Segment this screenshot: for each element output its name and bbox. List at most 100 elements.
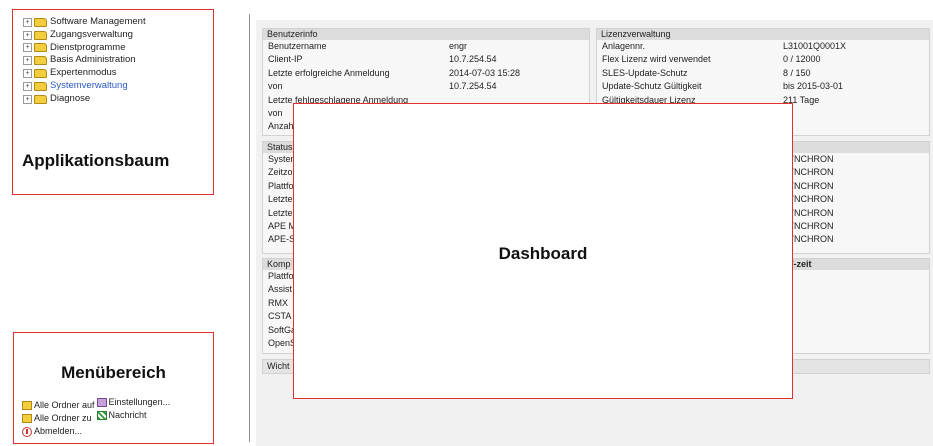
info-key: Benutzername xyxy=(268,41,327,51)
folder-icon xyxy=(34,43,47,53)
component-key: CSTA xyxy=(268,311,292,322)
message-label: Nachricht xyxy=(108,410,147,420)
expand-icon[interactable]: + xyxy=(23,94,32,104)
component-key: Assist xyxy=(268,284,293,295)
info-row: Update-Schutz Gültigkeit bis 2015-03-01 xyxy=(597,80,929,93)
folder-open-icon xyxy=(22,401,32,410)
menu-area-title: Menübereich xyxy=(61,363,166,382)
menu-items: Alle Ordner auf Alle Ordner zu Abmelden.… xyxy=(22,396,171,438)
panel-divider[interactable] xyxy=(249,14,250,442)
info-key: von xyxy=(268,107,283,118)
tree-item-label: Expertenmodus xyxy=(50,67,117,79)
info-key: Letzte erfolgreiche Anmeldung xyxy=(268,67,390,78)
info-key: von xyxy=(268,81,283,92)
message-button[interactable]: Nachricht xyxy=(96,409,171,422)
info-key: SLES-Update-Schutz xyxy=(602,67,688,78)
expand-all-label: Alle Ordner auf xyxy=(34,400,95,410)
status-value: YNCHRON xyxy=(788,220,834,231)
collapse-all-label: Alle Ordner zu xyxy=(34,413,92,423)
folder-icon xyxy=(34,69,47,79)
folder-icon xyxy=(34,30,47,40)
tree-item-diagnose[interactable]: + Diagnose xyxy=(23,93,146,106)
power-icon xyxy=(22,426,32,437)
component-key: OpenS xyxy=(268,337,297,348)
info-key: Anzah xyxy=(268,121,294,132)
info-key: Client-IP xyxy=(268,54,303,65)
logout-button[interactable]: Abmelden... xyxy=(22,425,95,438)
status-value: YNCHRON xyxy=(788,167,834,178)
folder-closed-icon xyxy=(22,414,32,423)
info-value: 8 / 150 xyxy=(783,67,811,78)
status-value: YNCHRON xyxy=(788,180,834,191)
tree-item-dienstprogramme[interactable]: + Dienstprogramme xyxy=(23,42,146,55)
info-key: Update-Schutz Gültigkeit xyxy=(602,81,702,92)
expand-icon[interactable]: + xyxy=(23,69,32,79)
component-key: RMX xyxy=(268,297,288,308)
status-value: YNCHRON xyxy=(788,154,834,164)
status-key: Zeitzo xyxy=(268,167,293,178)
status-key: Letzte xyxy=(268,207,293,218)
tree-item-label: Zugangsverwaltung xyxy=(50,28,133,40)
expand-icon[interactable]: + xyxy=(23,56,32,66)
info-row: SLES-Update-Schutz 8 / 150 xyxy=(597,67,929,80)
dashboard-title: Dashboard xyxy=(498,244,588,263)
status-key: APE-S xyxy=(268,234,296,245)
tree-item-software-management[interactable]: + Software Management xyxy=(23,16,146,29)
info-row: Client-IP 10.7.254.54 xyxy=(263,53,589,66)
info-value: bis 2015-03-01 xyxy=(783,81,844,92)
settings-icon xyxy=(96,398,107,407)
tree-item-label: Dienstprogramme xyxy=(50,41,126,53)
info-row: Flex Lizenz wird verwendet 0 / 12000 xyxy=(597,53,929,66)
tree-item-systemverwaltung[interactable]: + Systemverwaltung xyxy=(23,80,146,93)
status-value: YNCHRON xyxy=(788,234,834,245)
expand-icon[interactable]: + xyxy=(23,43,32,53)
info-value: 2014-07-03 15:28 xyxy=(449,67,521,78)
status-key: Plattfo xyxy=(268,180,294,191)
status-value: YNCHRON xyxy=(788,194,834,205)
folder-icon xyxy=(34,17,47,27)
expand-icon[interactable]: + xyxy=(23,30,32,40)
components-header-label: Komp xyxy=(267,259,291,269)
status-key: APE M xyxy=(268,220,297,231)
expand-icon[interactable]: + xyxy=(23,81,32,91)
settings-button[interactable]: Einstellungen... xyxy=(96,396,171,409)
info-value: L31001Q0001X xyxy=(783,41,847,51)
message-icon xyxy=(96,411,107,420)
tree-item-label: Diagnose xyxy=(50,92,91,104)
info-key: Flex Lizenz wird verwendet xyxy=(602,54,711,65)
tree-item-label: Software Management xyxy=(50,16,146,27)
tree-item-label: Basis Administration xyxy=(50,54,136,66)
expand-icon[interactable]: + xyxy=(23,17,32,27)
component-key: Plattfo xyxy=(268,271,294,281)
folder-icon xyxy=(34,81,47,91)
application-tree-panel: + Software Management + Zugangsverwaltun… xyxy=(12,9,214,195)
expand-all-button[interactable]: Alle Ordner auf xyxy=(22,399,95,412)
status-value: YNCHRON xyxy=(788,207,834,218)
user-info-header: Benutzerinfo xyxy=(263,29,589,40)
license-header: Lizenzverwaltung xyxy=(597,29,929,40)
collapse-all-button[interactable]: Alle Ordner zu xyxy=(22,412,95,425)
info-value: 0 / 12000 xyxy=(783,54,821,65)
info-row: Benutzername engr xyxy=(263,40,589,53)
dashboard-overlay: Dashboard xyxy=(293,103,793,399)
info-row: von 10.7.254.54 xyxy=(263,80,589,93)
folder-icon xyxy=(34,56,47,66)
application-tree: + Software Management + Zugangsverwaltun… xyxy=(23,16,146,106)
menu-area-panel: Menübereich Alle Ordner auf Alle Ordner … xyxy=(13,332,214,444)
component-key: SoftGa xyxy=(268,324,297,335)
info-key: Anlagennr. xyxy=(602,41,646,51)
info-value: engr xyxy=(449,41,468,51)
tree-item-expertenmodus[interactable]: + Expertenmodus xyxy=(23,67,146,80)
info-value: 10.7.254.54 xyxy=(449,54,497,65)
logout-label: Abmelden... xyxy=(34,426,83,436)
application-tree-title: Applikationsbaum xyxy=(22,151,170,170)
info-row: Anlagennr. L31001Q0001X xyxy=(597,40,929,53)
tree-item-basis-administration[interactable]: + Basis Administration xyxy=(23,54,146,67)
status-key: Letzte xyxy=(268,194,293,205)
settings-label: Einstellungen... xyxy=(108,397,171,407)
info-value: 10.7.254.54 xyxy=(449,81,497,92)
tree-item-zugangsverwaltung[interactable]: + Zugangsverwaltung xyxy=(23,29,146,42)
tree-item-label: Systemverwaltung xyxy=(50,79,128,91)
folder-icon xyxy=(34,94,47,104)
info-row: Letzte erfolgreiche Anmeldung 2014-07-03 … xyxy=(263,67,589,80)
